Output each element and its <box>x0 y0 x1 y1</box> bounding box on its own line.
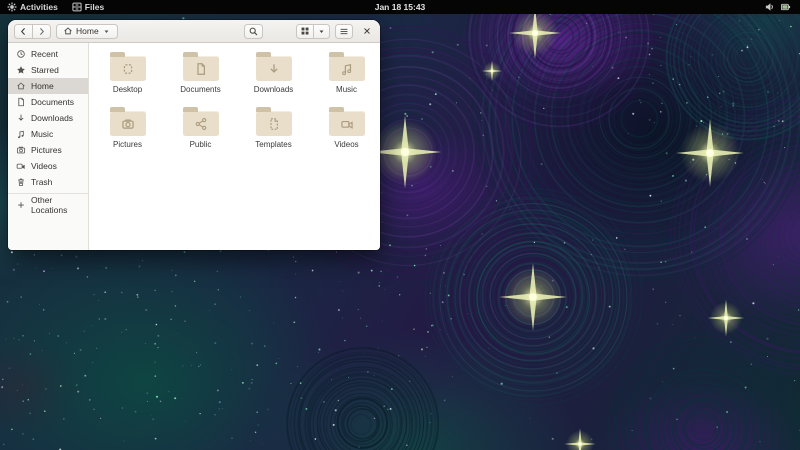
file-label: Desktop <box>113 85 142 94</box>
path-bar-button[interactable]: Home <box>56 24 118 39</box>
sidebar-item-documents[interactable]: Documents <box>8 94 88 110</box>
view-options-button[interactable] <box>313 24 330 39</box>
sidebar-separator <box>8 193 88 194</box>
sidebar-item-label: Trash <box>31 177 52 187</box>
file-item-templates[interactable]: Templates <box>237 104 310 159</box>
close-icon <box>362 26 372 36</box>
file-item-music[interactable]: Music <box>310 49 380 104</box>
view-button-group <box>296 24 330 39</box>
sidebar-item-other-locations[interactable]: Other Locations <box>8 197 88 213</box>
sidebar-item-pictures[interactable]: Pictures <box>8 142 88 158</box>
activities-button[interactable]: Activities <box>0 0 65 14</box>
sidebar-item-starred[interactable]: Starred <box>8 62 88 78</box>
recent-icon <box>16 49 26 59</box>
file-label: Templates <box>255 140 291 149</box>
window-body: Recent Starred Home Documents <box>8 43 380 250</box>
nav-button-group <box>14 24 51 39</box>
sidebar-item-label: Pictures <box>31 145 62 155</box>
folder-icon <box>110 56 146 81</box>
file-item-pictures[interactable]: Pictures <box>91 104 164 159</box>
file-item-public[interactable]: Public <box>164 104 237 159</box>
camera-icon <box>16 145 26 155</box>
search-button[interactable] <box>244 24 263 39</box>
clock-button[interactable]: Jan 18 15:43 <box>367 0 434 14</box>
file-label: Pictures <box>113 140 142 149</box>
chevron-right-icon <box>36 26 47 37</box>
files-window: Home <box>8 20 380 250</box>
file-item-desktop[interactable]: Desktop <box>91 49 164 104</box>
plus-icon <box>16 200 26 210</box>
document-icon <box>16 97 26 107</box>
volume-icon <box>765 2 775 12</box>
files-app-icon <box>72 2 82 12</box>
home-icon <box>63 26 73 36</box>
file-grid: Desktop Documents Downloads <box>89 43 380 250</box>
desktop-emblem-icon <box>120 61 135 76</box>
trash-icon <box>16 177 26 187</box>
sidebar-item-label: Starred <box>31 65 59 75</box>
music-emblem-icon <box>339 61 354 76</box>
back-button[interactable] <box>14 24 33 39</box>
sidebar-item-music[interactable]: Music <box>8 126 88 142</box>
app-menu-button[interactable]: Files <box>65 0 111 14</box>
share-emblem-icon <box>193 116 208 131</box>
sidebar-item-label: Downloads <box>31 113 73 123</box>
grid-view-icon <box>300 26 310 36</box>
folder-icon <box>110 111 146 136</box>
file-label: Videos <box>334 140 358 149</box>
star-icon <box>16 65 26 75</box>
folder-icon <box>256 111 292 136</box>
top-bar: Activities Files Jan 18 15:43 <box>0 0 800 14</box>
file-label: Downloads <box>254 85 294 94</box>
music-icon <box>16 129 26 139</box>
menu-button[interactable] <box>335 24 353 39</box>
path-label: Home <box>76 26 99 36</box>
folder-icon <box>329 111 365 136</box>
sidebar-item-recent[interactable]: Recent <box>8 46 88 62</box>
sidebar-item-label: Videos <box>31 161 57 171</box>
folder-icon <box>329 56 365 81</box>
file-item-videos[interactable]: Videos <box>310 104 380 159</box>
sidebar-item-label: Home <box>31 81 54 91</box>
sidebar-item-videos[interactable]: Videos <box>8 158 88 174</box>
document-emblem-icon <box>193 61 208 76</box>
video-emblem-icon <box>339 116 354 131</box>
chevron-down-icon <box>102 27 111 36</box>
download-emblem-icon <box>266 61 281 76</box>
view-toggle-button[interactable] <box>296 24 314 39</box>
folder-icon <box>183 56 219 81</box>
battery-icon <box>780 2 792 12</box>
sidebar-item-label: Other Locations <box>31 195 88 215</box>
download-icon <box>16 113 26 123</box>
app-menu-label: Files <box>85 2 104 12</box>
chevron-down-icon <box>317 27 326 36</box>
activities-label: Activities <box>20 2 58 12</box>
sidebar-item-trash[interactable]: Trash <box>8 174 88 190</box>
sidebar-item-label: Recent <box>31 49 58 59</box>
sidebar-item-label: Documents <box>31 97 74 107</box>
home-icon <box>16 81 26 91</box>
system-status-area[interactable] <box>765 0 800 14</box>
header-bar: Home <box>8 20 380 43</box>
chevron-left-icon <box>18 26 29 37</box>
file-item-downloads[interactable]: Downloads <box>237 49 310 104</box>
folder-icon <box>256 56 292 81</box>
file-label: Music <box>336 85 357 94</box>
close-button[interactable] <box>360 24 374 39</box>
sidebar-item-downloads[interactable]: Downloads <box>8 110 88 126</box>
video-icon <box>16 161 26 171</box>
camera-emblem-icon <box>120 116 135 131</box>
file-label: Documents <box>180 85 220 94</box>
sidebar: Recent Starred Home Documents <box>8 43 89 250</box>
sidebar-item-home[interactable]: Home <box>8 78 88 94</box>
file-item-documents[interactable]: Documents <box>164 49 237 104</box>
sidebar-item-label: Music <box>31 129 53 139</box>
file-label: Public <box>190 140 212 149</box>
search-icon <box>248 26 259 37</box>
activities-icon <box>7 2 17 12</box>
hamburger-menu-icon <box>339 26 349 37</box>
folder-icon <box>183 111 219 136</box>
template-emblem-icon <box>266 116 281 131</box>
forward-button[interactable] <box>32 24 51 39</box>
